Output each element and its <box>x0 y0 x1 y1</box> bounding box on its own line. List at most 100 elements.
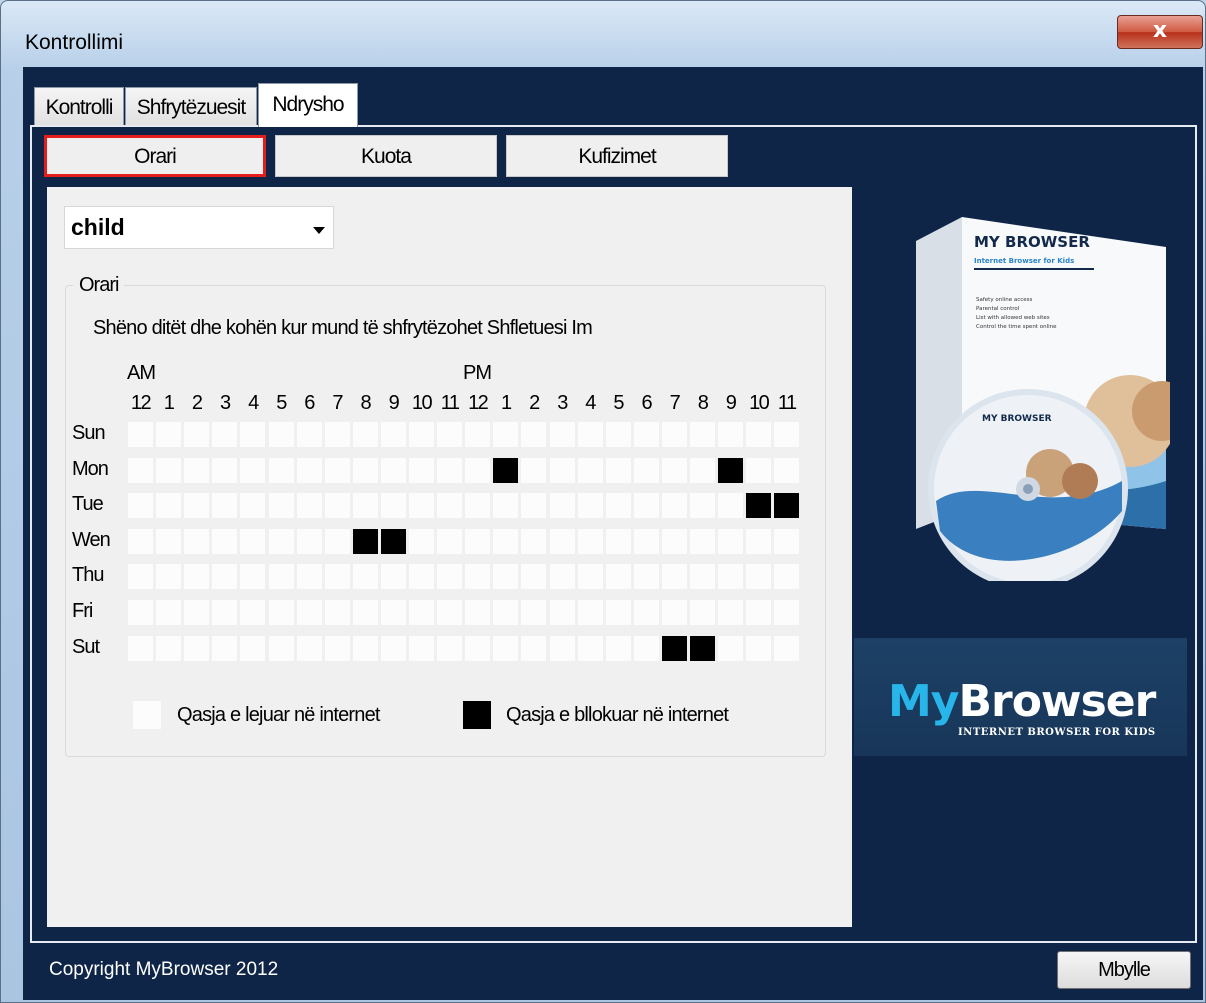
allowed-hour-cell[interactable] <box>437 635 463 661</box>
allowed-hour-cell[interactable] <box>465 564 491 590</box>
allowed-hour-cell[interactable] <box>409 493 434 519</box>
allowed-hour-cell[interactable] <box>156 493 182 519</box>
allowed-hour-cell[interactable] <box>465 422 491 447</box>
allowed-hour-cell[interactable] <box>718 493 744 519</box>
allowed-hour-cell[interactable] <box>268 635 294 661</box>
allowed-hour-cell[interactable] <box>493 635 519 661</box>
allowed-hour-cell[interactable] <box>577 528 603 554</box>
allowed-hour-cell[interactable] <box>156 422 182 447</box>
allowed-hour-cell[interactable] <box>549 457 575 483</box>
allowed-hour-cell[interactable] <box>549 422 575 447</box>
chevron-down-icon[interactable] <box>313 227 325 234</box>
allowed-hour-cell[interactable] <box>605 635 631 661</box>
allowed-hour-cell[interactable] <box>774 564 800 590</box>
allowed-hour-cell[interactable] <box>352 600 378 625</box>
allowed-hour-cell[interactable] <box>521 422 547 447</box>
allowed-hour-cell[interactable] <box>690 493 715 519</box>
allowed-hour-cell[interactable] <box>240 422 266 447</box>
allowed-hour-cell[interactable] <box>774 635 800 661</box>
allowed-hour-cell[interactable] <box>296 600 322 625</box>
allowed-hour-cell[interactable] <box>437 564 463 590</box>
allowed-hour-cell[interactable] <box>184 493 210 519</box>
allowed-hour-cell[interactable] <box>605 600 631 625</box>
allowed-hour-cell[interactable] <box>380 635 406 661</box>
blocked-hour-cell[interactable] <box>493 457 519 483</box>
allowed-hour-cell[interactable] <box>184 564 210 590</box>
allowed-hour-cell[interactable] <box>268 422 294 447</box>
allowed-hour-cell[interactable] <box>324 564 350 590</box>
allowed-hour-cell[interactable] <box>184 600 210 625</box>
allowed-hour-cell[interactable] <box>380 600 406 625</box>
allowed-hour-cell[interactable] <box>549 528 575 554</box>
allowed-hour-cell[interactable] <box>633 564 659 590</box>
allowed-hour-cell[interactable] <box>352 564 378 590</box>
allowed-hour-cell[interactable] <box>718 600 744 625</box>
allowed-hour-cell[interactable] <box>577 600 603 625</box>
allowed-hour-cell[interactable] <box>156 635 182 661</box>
blocked-hour-cell[interactable] <box>746 493 772 519</box>
allowed-hour-cell[interactable] <box>690 457 715 483</box>
allowed-hour-cell[interactable] <box>465 600 491 625</box>
allowed-hour-cell[interactable] <box>212 457 238 483</box>
allowed-hour-cell[interactable] <box>577 493 603 519</box>
allowed-hour-cell[interactable] <box>577 457 603 483</box>
allowed-hour-cell[interactable] <box>296 457 322 483</box>
blocked-hour-cell[interactable] <box>380 528 406 554</box>
allowed-hour-cell[interactable] <box>633 422 659 447</box>
allowed-hour-cell[interactable] <box>437 528 463 554</box>
kufizimet-button[interactable]: Kufizimet <box>506 135 728 177</box>
allowed-hour-cell[interactable] <box>661 457 687 483</box>
allowed-hour-cell[interactable] <box>465 528 491 554</box>
allowed-hour-cell[interactable] <box>521 600 547 625</box>
allowed-hour-cell[interactable] <box>184 528 210 554</box>
blocked-hour-cell[interactable] <box>661 635 687 661</box>
allowed-hour-cell[interactable] <box>128 600 153 625</box>
allowed-hour-cell[interactable] <box>240 493 266 519</box>
close-button[interactable]: Mbylle <box>1057 951 1191 989</box>
allowed-hour-cell[interactable] <box>746 635 772 661</box>
allowed-hour-cell[interactable] <box>212 564 238 590</box>
allowed-hour-cell[interactable] <box>296 635 322 661</box>
allowed-hour-cell[interactable] <box>156 564 182 590</box>
allowed-hour-cell[interactable] <box>212 493 238 519</box>
allowed-hour-cell[interactable] <box>409 422 434 447</box>
allowed-hour-cell[interactable] <box>605 493 631 519</box>
allowed-hour-cell[interactable] <box>128 493 153 519</box>
allowed-hour-cell[interactable] <box>380 422 406 447</box>
allowed-hour-cell[interactable] <box>184 457 210 483</box>
allowed-hour-cell[interactable] <box>661 564 687 590</box>
allowed-hour-cell[interactable] <box>746 600 772 625</box>
allowed-hour-cell[interactable] <box>549 564 575 590</box>
orari-button[interactable]: Orari <box>44 135 266 177</box>
allowed-hour-cell[interactable] <box>746 422 772 447</box>
allowed-hour-cell[interactable] <box>324 600 350 625</box>
allowed-hour-cell[interactable] <box>493 422 519 447</box>
allowed-hour-cell[interactable] <box>661 493 687 519</box>
allowed-hour-cell[interactable] <box>718 528 744 554</box>
allowed-hour-cell[interactable] <box>690 600 715 625</box>
allowed-hour-cell[interactable] <box>128 528 153 554</box>
allowed-hour-cell[interactable] <box>746 564 772 590</box>
allowed-hour-cell[interactable] <box>324 528 350 554</box>
allowed-hour-cell[interactable] <box>380 564 406 590</box>
allowed-hour-cell[interactable] <box>774 528 800 554</box>
allowed-hour-cell[interactable] <box>240 457 266 483</box>
allowed-hour-cell[interactable] <box>212 600 238 625</box>
allowed-hour-cell[interactable] <box>690 564 715 590</box>
allowed-hour-cell[interactable] <box>605 564 631 590</box>
tab-ndrysho[interactable]: Ndrysho <box>258 83 358 127</box>
allowed-hour-cell[interactable] <box>156 600 182 625</box>
allowed-hour-cell[interactable] <box>465 635 491 661</box>
allowed-hour-cell[interactable] <box>352 493 378 519</box>
allowed-hour-cell[interactable] <box>465 493 491 519</box>
tab-shfrytezuesit[interactable]: Shfrytëzuesit <box>125 87 257 127</box>
allowed-hour-cell[interactable] <box>661 528 687 554</box>
allowed-hour-cell[interactable] <box>352 635 378 661</box>
allowed-hour-cell[interactable] <box>324 493 350 519</box>
allowed-hour-cell[interactable] <box>409 635 434 661</box>
allowed-hour-cell[interactable] <box>493 493 519 519</box>
allowed-hour-cell[interactable] <box>324 635 350 661</box>
allowed-hour-cell[interactable] <box>577 635 603 661</box>
allowed-hour-cell[interactable] <box>577 422 603 447</box>
allowed-hour-cell[interactable] <box>212 422 238 447</box>
